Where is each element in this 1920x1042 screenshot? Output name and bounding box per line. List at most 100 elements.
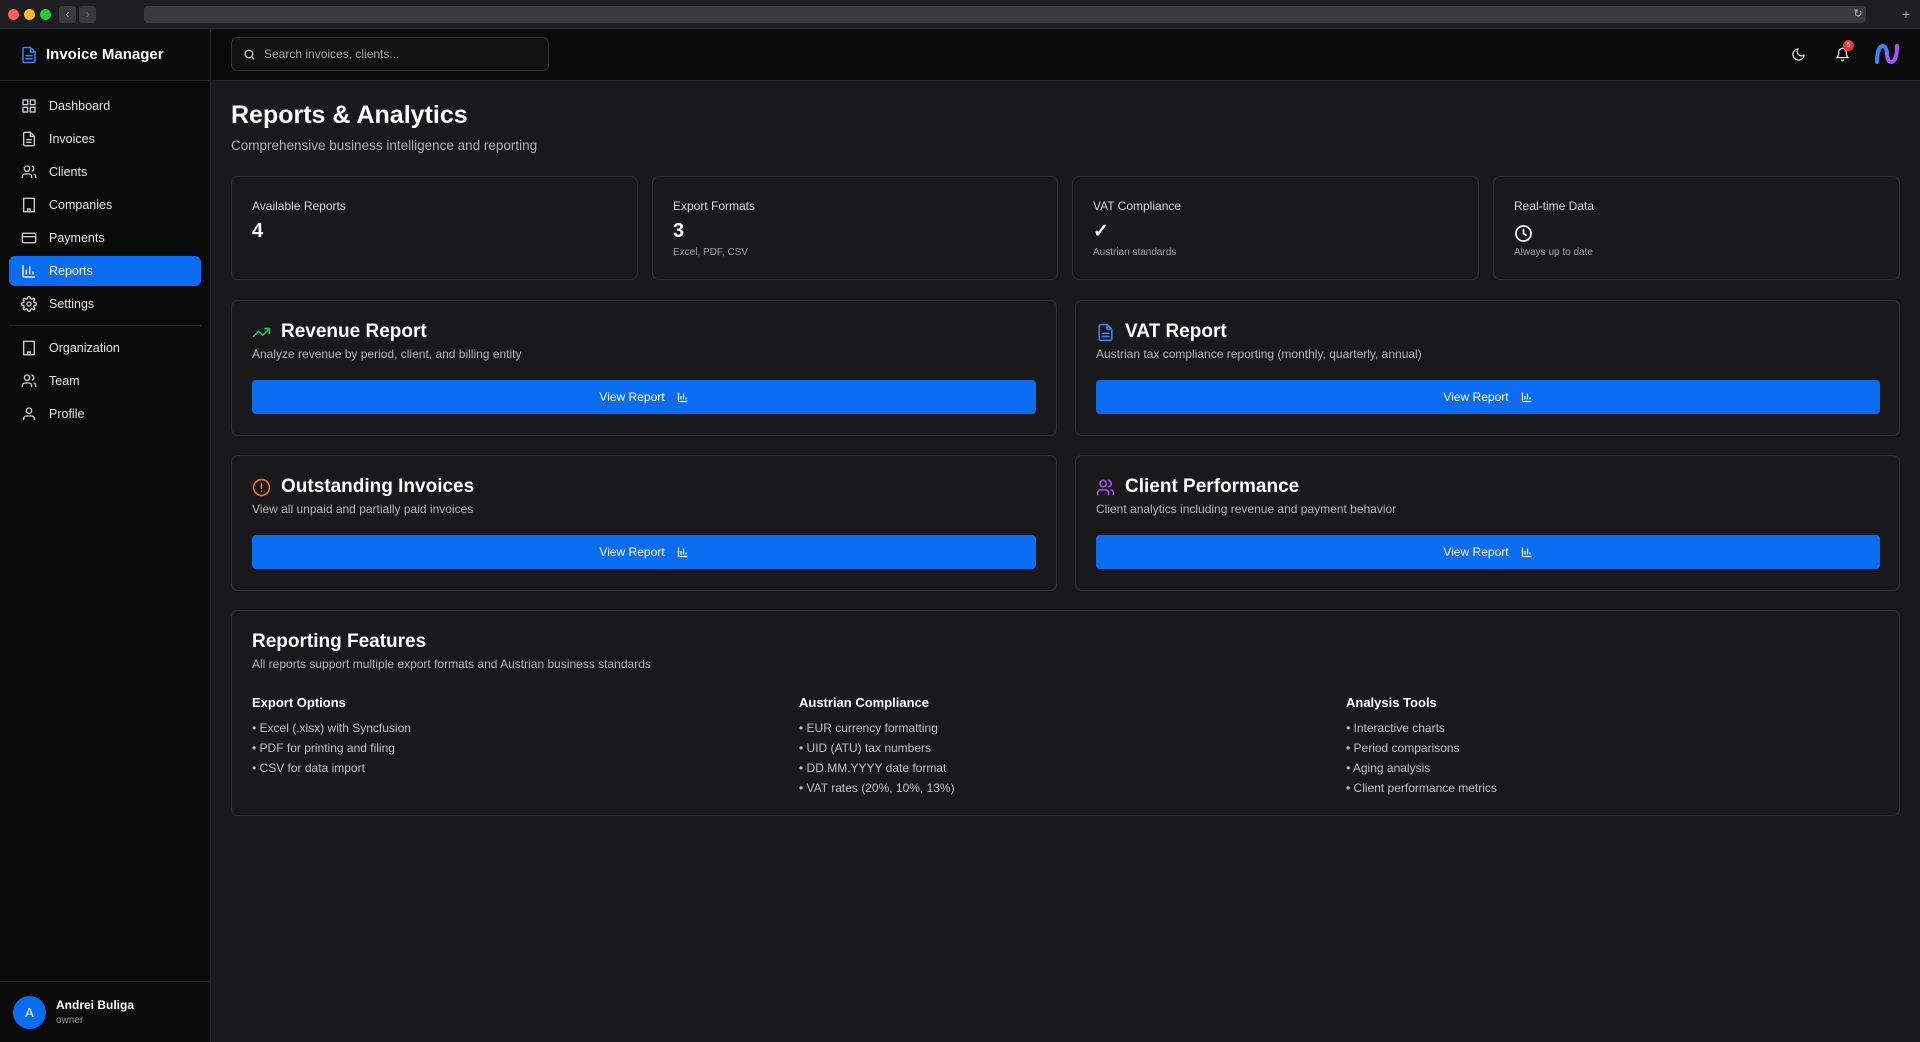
stat-note: Always up to date bbox=[1514, 247, 1593, 258]
browser-chrome: ‹ › ↻ + bbox=[0, 0, 1920, 29]
list-item: • Period comparisons bbox=[1346, 741, 1460, 755]
sidebar-item-dashboard[interactable]: Dashboard bbox=[9, 91, 201, 121]
features-column-title: Analysis Tools bbox=[1346, 695, 1437, 710]
sidebar-item-label: Reports bbox=[49, 264, 93, 278]
reporting-features-card: Reporting Features All reports support m… bbox=[231, 610, 1900, 816]
clock-icon bbox=[1515, 225, 1532, 242]
stat-value: 3 bbox=[673, 220, 685, 242]
sidebar-item-label: Settings bbox=[49, 297, 95, 311]
gear-icon bbox=[21, 296, 37, 312]
moon-icon[interactable] bbox=[1791, 47, 1806, 62]
sidebar-item-settings[interactable]: Settings bbox=[9, 289, 201, 319]
file-icon bbox=[22, 46, 36, 63]
sidebar-item-clients[interactable]: Clients bbox=[9, 157, 201, 187]
check-icon: ✓ bbox=[1093, 221, 1109, 242]
bar-chart-icon bbox=[1521, 547, 1532, 558]
bar-chart-icon bbox=[677, 392, 688, 403]
sidebar-item-organization[interactable]: Organization bbox=[9, 333, 201, 363]
user-card[interactable]: A Andrei Buliga owner bbox=[0, 981, 210, 1042]
stat-label: Export Formats bbox=[673, 199, 756, 213]
search-box[interactable] bbox=[231, 37, 549, 71]
stat-note: Austrian standards bbox=[1093, 247, 1177, 258]
list-item: • DD.MM.YYYY date format bbox=[799, 761, 947, 775]
list-item: • Excel (.xlsx) with Syncfusion bbox=[252, 721, 411, 735]
trending-up-icon bbox=[252, 327, 271, 337]
features-column-analysis-tools: Analysis Tools • Interactive charts • Pe… bbox=[1346, 695, 1846, 800]
sidebar-item-label: Clients bbox=[49, 165, 88, 179]
sidebar-item-label: Profile bbox=[49, 407, 85, 421]
sidebar-item-label: Organization bbox=[49, 341, 120, 355]
sidebar-item-label: Companies bbox=[49, 198, 113, 212]
sidebar-item-invoices[interactable]: Invoices bbox=[9, 124, 201, 154]
stat-card-available-reports: Available Reports 4 bbox=[231, 176, 638, 280]
list-item: • Interactive charts bbox=[1346, 721, 1445, 735]
brand-logo-icon[interactable] bbox=[1874, 42, 1900, 66]
list-item: • CSV for data import bbox=[252, 761, 365, 775]
list-item: • Client performance metrics bbox=[1346, 781, 1497, 795]
sidebar-item-label: Payments bbox=[49, 231, 105, 245]
page-subtitle: Comprehensive business intelligence and … bbox=[231, 138, 538, 153]
stat-value: 4 bbox=[252, 220, 264, 242]
search-input[interactable] bbox=[264, 47, 544, 61]
button-label: View Report bbox=[1443, 545, 1509, 559]
list-item: • PDF for printing and filing bbox=[252, 741, 395, 755]
features-column-title: Austrian Compliance bbox=[799, 695, 930, 710]
file-text-icon bbox=[1098, 323, 1113, 341]
notification-badge: 5 bbox=[1843, 40, 1854, 51]
sidebar-item-profile[interactable]: Profile bbox=[9, 399, 201, 429]
user-role: owner bbox=[56, 1015, 84, 1026]
file-icon bbox=[23, 131, 35, 147]
view-revenue-report-button[interactable]: View Report bbox=[252, 380, 1036, 414]
report-description: View all unpaid and partially paid invoi… bbox=[252, 502, 474, 516]
sidebar-item-label: Invoices bbox=[49, 132, 95, 146]
users-icon bbox=[1096, 479, 1115, 495]
bar-chart-icon bbox=[22, 265, 35, 278]
features-column-austrian-compliance: Austrian Compliance • EUR currency forma… bbox=[799, 695, 1299, 800]
maximize-window-button[interactable] bbox=[40, 9, 51, 20]
stat-note: Excel, PDF, CSV bbox=[673, 247, 749, 258]
minimize-window-button[interactable] bbox=[24, 9, 35, 20]
forward-button[interactable]: › bbox=[79, 6, 96, 23]
stat-label: Available Reports bbox=[252, 199, 346, 213]
report-card-outstanding: Outstanding Invoices View all unpaid and… bbox=[231, 455, 1057, 591]
report-title: Outstanding Invoices bbox=[281, 476, 475, 497]
sidebar-item-payments[interactable]: Payments bbox=[9, 223, 201, 253]
sidebar-item-team[interactable]: Team bbox=[9, 366, 201, 396]
stat-card-realtime-data: Real-time Data Always up to date bbox=[1493, 176, 1900, 280]
features-subtitle: All reports support multiple export form… bbox=[252, 657, 651, 671]
report-description: Client analytics including revenue and p… bbox=[1096, 502, 1397, 516]
list-item: • VAT rates (20%, 10%, 13%) bbox=[799, 781, 955, 795]
report-card-client-performance: Client Performance Client analytics incl… bbox=[1075, 455, 1900, 591]
stat-label: Real-time Data bbox=[1514, 199, 1595, 213]
sidebar-item-label: Team bbox=[49, 374, 80, 388]
sidebar-item-reports[interactable]: Reports bbox=[9, 256, 201, 286]
users-icon bbox=[21, 374, 37, 387]
close-window-button[interactable] bbox=[8, 9, 19, 20]
reload-icon[interactable]: ↻ bbox=[1850, 6, 1866, 23]
view-vat-report-button[interactable]: View Report bbox=[1096, 380, 1880, 414]
topbar: 5 bbox=[211, 29, 1920, 81]
sidebar-nav: Dashboard Invoices Clients Companies Pay… bbox=[0, 81, 210, 442]
brand[interactable]: Invoice Manager bbox=[0, 29, 210, 81]
report-title: Revenue Report bbox=[281, 321, 427, 342]
report-card-revenue: Revenue Report Analyze revenue by period… bbox=[231, 300, 1057, 436]
dashboard-icon bbox=[22, 99, 36, 113]
view-client-performance-report-button[interactable]: View Report bbox=[1096, 535, 1880, 569]
alert-circle-icon bbox=[252, 478, 271, 496]
users-icon bbox=[21, 165, 37, 178]
address-bar[interactable] bbox=[144, 6, 1866, 23]
sidebar-item-label: Dashboard bbox=[49, 99, 111, 113]
search-icon bbox=[244, 49, 255, 60]
list-item: • EUR currency formatting bbox=[799, 721, 938, 735]
app-title: Invoice Manager bbox=[46, 46, 164, 63]
list-item: • Aging analysis bbox=[1346, 761, 1431, 775]
view-outstanding-report-button[interactable]: View Report bbox=[252, 535, 1036, 569]
back-button[interactable]: ‹ bbox=[59, 6, 76, 23]
report-description: Analyze revenue by period, client, and b… bbox=[252, 347, 522, 361]
new-tab-button[interactable]: + bbox=[1898, 6, 1914, 23]
stat-card-export-formats: Export Formats 3 Excel, PDF, CSV bbox=[652, 176, 1058, 280]
report-title: VAT Report bbox=[1125, 321, 1227, 342]
stat-card-vat-compliance: VAT Compliance ✓ Austrian standards bbox=[1072, 176, 1479, 280]
report-card-vat: VAT Report Austrian tax compliance repor… bbox=[1075, 300, 1900, 436]
sidebar-item-companies[interactable]: Companies bbox=[9, 190, 201, 220]
